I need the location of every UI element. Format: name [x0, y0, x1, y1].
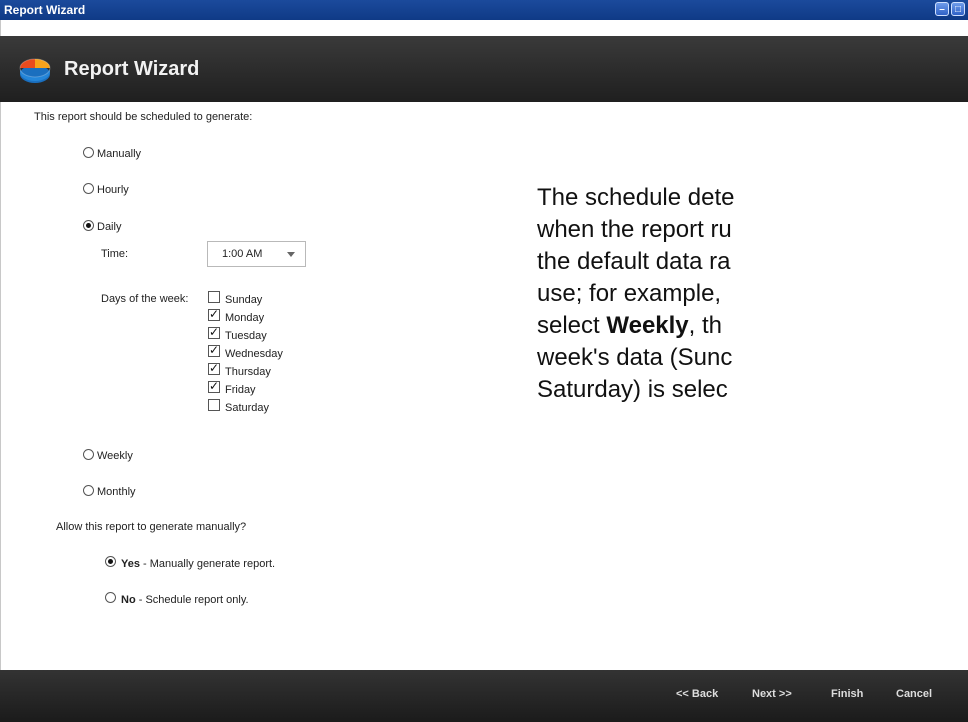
check-icon: ✓ — [209, 379, 220, 393]
radio-daily[interactable] — [83, 220, 94, 231]
manual-no-label: No - Schedule report only. — [121, 594, 249, 606]
radio-manual-no[interactable] — [105, 592, 116, 603]
checkbox-saturday[interactable] — [208, 399, 220, 411]
manual-prompt: Allow this report to generate manually? — [56, 521, 247, 533]
top-strip — [0, 20, 968, 36]
check-icon: ✓ — [209, 307, 220, 321]
manual-yes-label: Yes - Manually generate report. — [121, 558, 275, 570]
time-select[interactable]: 1:00 AM — [207, 241, 306, 267]
callout-text: The schedule dete when the report ru the… — [537, 182, 968, 406]
window-title: Report Wizard — [4, 3, 86, 17]
days-label: Days of the week: — [101, 293, 189, 305]
wizard-footer: << Back Next >> Finish Cancel — [0, 670, 968, 722]
day-label-wednesday: Wednesday — [225, 348, 283, 360]
cancel-button[interactable]: Cancel — [896, 688, 932, 700]
callout-line-4: use; for example, — [537, 280, 722, 307]
callout-line-5-post: , th — [688, 312, 723, 339]
radio-manual-yes[interactable] — [105, 556, 116, 567]
callout-line-7: Saturday) is selec — [537, 376, 728, 403]
day-label-monday: Monday — [225, 312, 265, 324]
checkbox-friday[interactable]: ✓ — [208, 379, 220, 393]
back-button[interactable]: << Back — [676, 688, 718, 700]
wizard-content: This report should be scheduled to gener… — [0, 102, 968, 670]
day-label-friday: Friday — [225, 384, 256, 396]
label-hourly: Hourly — [97, 184, 129, 196]
finish-button[interactable]: Finish — [831, 688, 863, 700]
wizard-title: Report Wizard — [64, 58, 200, 80]
check-icon: ✓ — [209, 343, 220, 357]
time-select-value: 1:00 AM — [222, 248, 263, 260]
chevron-down-icon — [287, 252, 295, 257]
wizard-header: Report Wizard — [0, 36, 968, 102]
manual-yes-bold: Yes — [121, 558, 140, 570]
day-label-tuesday: Tuesday — [225, 330, 267, 342]
radio-monthly[interactable] — [83, 485, 94, 496]
report-pie-icon — [19, 58, 51, 83]
label-weekly: Weekly — [97, 450, 133, 462]
callout-line-2: when the report ru — [537, 216, 732, 243]
label-manually: Manually — [97, 148, 142, 160]
label-daily: Daily — [97, 221, 122, 233]
next-button[interactable]: Next >> — [752, 688, 792, 700]
manual-yes-desc: - Manually generate report. — [139, 558, 276, 570]
checkbox-tuesday[interactable]: ✓ — [208, 325, 220, 339]
radio-weekly[interactable] — [83, 449, 94, 460]
window-title-bar: Report Wizard – □ — [0, 0, 968, 20]
checkbox-wednesday[interactable]: ✓ — [208, 343, 220, 357]
day-label-thursday: Thursday — [225, 366, 271, 378]
callout-line-6: week's data (Sunc — [537, 344, 733, 371]
checkbox-thursday[interactable]: ✓ — [208, 361, 220, 375]
day-label-sunday: Sunday — [225, 294, 263, 306]
label-monthly: Monthly — [97, 486, 136, 498]
callout-line-1: The schedule dete — [537, 184, 735, 211]
schedule-prompt: This report should be scheduled to gener… — [34, 111, 253, 123]
time-label: Time: — [101, 248, 129, 260]
callout-line-5-pre: select — [537, 312, 607, 339]
day-label-saturday: Saturday — [225, 402, 270, 414]
check-icon: ✓ — [209, 361, 220, 375]
maximize-button[interactable]: □ — [951, 2, 965, 16]
radio-hourly[interactable] — [83, 183, 94, 194]
check-icon: ✓ — [209, 325, 220, 339]
callout-line-3: the default data ra — [537, 248, 731, 275]
manual-no-bold: No — [121, 594, 136, 606]
radio-manually[interactable] — [83, 147, 94, 158]
manual-no-desc: - Schedule report only. — [135, 594, 249, 606]
checkbox-sunday[interactable] — [208, 291, 220, 303]
checkbox-monday[interactable]: ✓ — [208, 307, 220, 321]
callout-weekly-bold: Weekly — [606, 312, 689, 339]
callout-line-5: select Weekly, th — [537, 310, 968, 342]
minimize-button[interactable]: – — [935, 2, 949, 16]
